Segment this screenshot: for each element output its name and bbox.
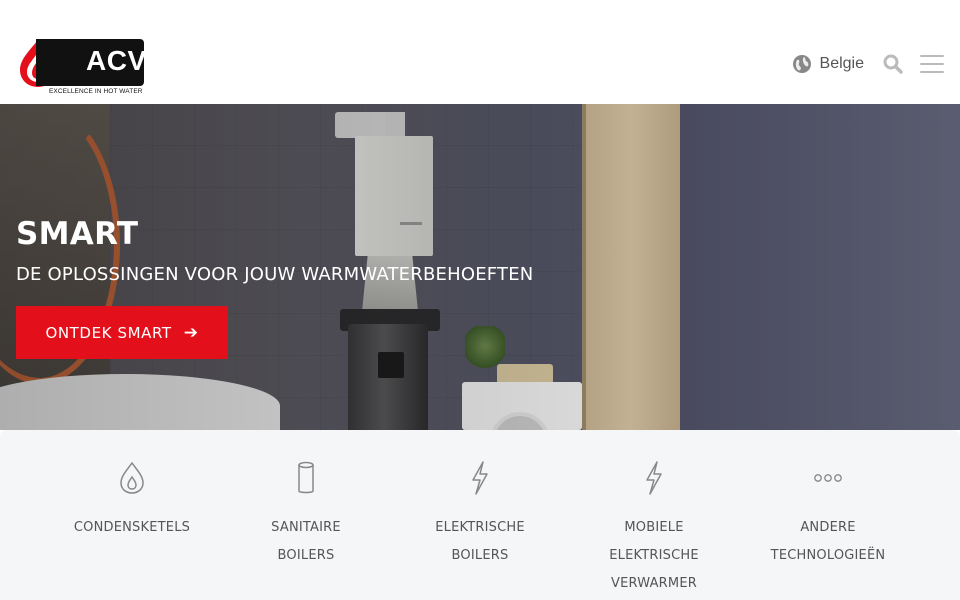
cta-label: ONTDEK SMART xyxy=(45,323,172,342)
arrow-right-icon: ➔ xyxy=(183,322,199,343)
category-label: ANDERE TECHNOLOGIEËN xyxy=(770,520,886,563)
category-label: ELEKTRISCHE BOILERS xyxy=(435,520,525,563)
header-actions: Belgie xyxy=(792,52,944,76)
site-header: ACV EXCELLENCE IN HOT WATER Belgie xyxy=(0,0,960,104)
hamburger-menu-icon[interactable] xyxy=(920,55,944,73)
category-label: CONDENSKETELS xyxy=(73,520,191,535)
cylinder-icon xyxy=(290,458,322,498)
lightning-icon xyxy=(638,458,670,498)
search-button[interactable] xyxy=(882,53,904,75)
hero-subtitle: DE OPLOSSINGEN VOOR JOUW WARMWATERBEHOEF… xyxy=(16,264,534,285)
language-label: Belgie xyxy=(819,55,864,72)
globe-icon xyxy=(792,55,811,73)
product-categories: CONDENSKETELS SANITAIRE BOILERS ELEKTRIS… xyxy=(0,430,960,600)
flame-drop-icon xyxy=(116,458,148,498)
search-icon xyxy=(883,54,903,74)
category-label: MOBIELE ELEKTRISCHE VERWARMER xyxy=(609,520,699,591)
logo-tagline: EXCELLENCE IN HOT WATER xyxy=(49,88,143,95)
lightning-icon xyxy=(464,458,496,498)
hero-title: SMART xyxy=(16,216,139,252)
hero-banner: SMART DE OPLOSSINGEN VOOR JOUW WARMWATER… xyxy=(0,104,960,430)
discover-smart-button[interactable]: ONTDEK SMART ➔ xyxy=(16,306,228,359)
logo-badge: ACV xyxy=(36,39,147,86)
language-selector[interactable]: Belgie xyxy=(792,54,864,74)
acv-logo[interactable]: ACV EXCELLENCE IN HOT WATER xyxy=(16,38,147,96)
category-label: SANITAIRE BOILERS xyxy=(271,520,341,563)
logo-text: ACV xyxy=(86,45,147,76)
dots-icon xyxy=(812,458,844,498)
